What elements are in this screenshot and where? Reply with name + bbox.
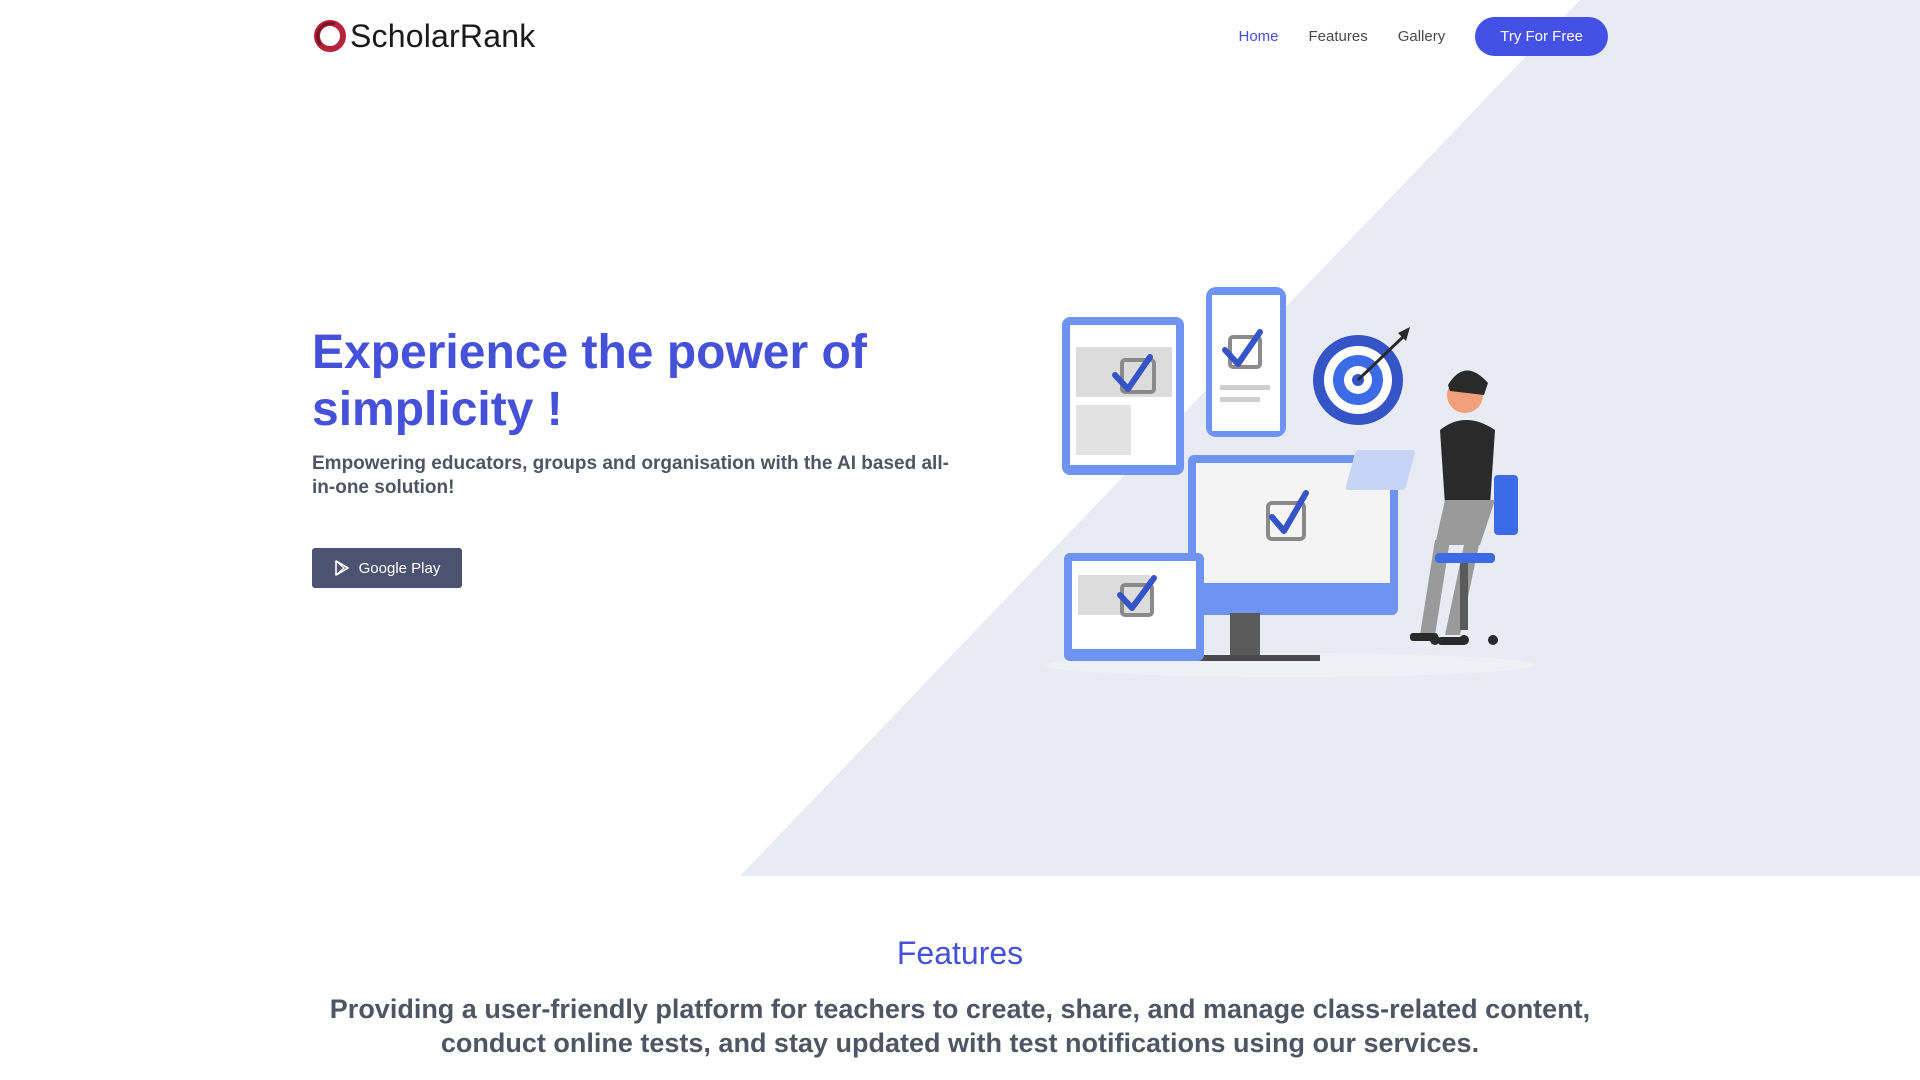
try-for-free-button[interactable]: Try For Free	[1475, 16, 1608, 56]
site-header: ScholarRank Home Features Gallery Try Fo…	[0, 0, 1920, 72]
logo-ring-icon	[314, 20, 346, 52]
nav-gallery[interactable]: Gallery	[1398, 28, 1446, 45]
google-play-button[interactable]: Google Play	[312, 548, 462, 588]
hero-subtitle: Empowering educators, groups and organis…	[312, 453, 949, 498]
nav-features[interactable]: Features	[1309, 28, 1368, 45]
main-nav: Home Features Gallery Try For Free	[1208, 16, 1608, 56]
hero-title: Experience the power of simplicity !	[312, 326, 867, 436]
play-store-icon	[334, 560, 349, 576]
nav-home[interactable]: Home	[1238, 28, 1278, 45]
google-play-label: Google Play	[358, 559, 441, 577]
features-description: Providing a user-friendly platform for t…	[329, 994, 1591, 1058]
brand-name: ScholarRank	[350, 17, 536, 54]
hero-illustration	[1045, 287, 1535, 677]
features-title: Features	[896, 935, 1024, 971]
hero-text: Experience the power of simplicity ! Emp…	[312, 324, 952, 500]
logo[interactable]: ScholarRank	[313, 14, 535, 58]
hero-background	[740, 0, 1920, 876]
